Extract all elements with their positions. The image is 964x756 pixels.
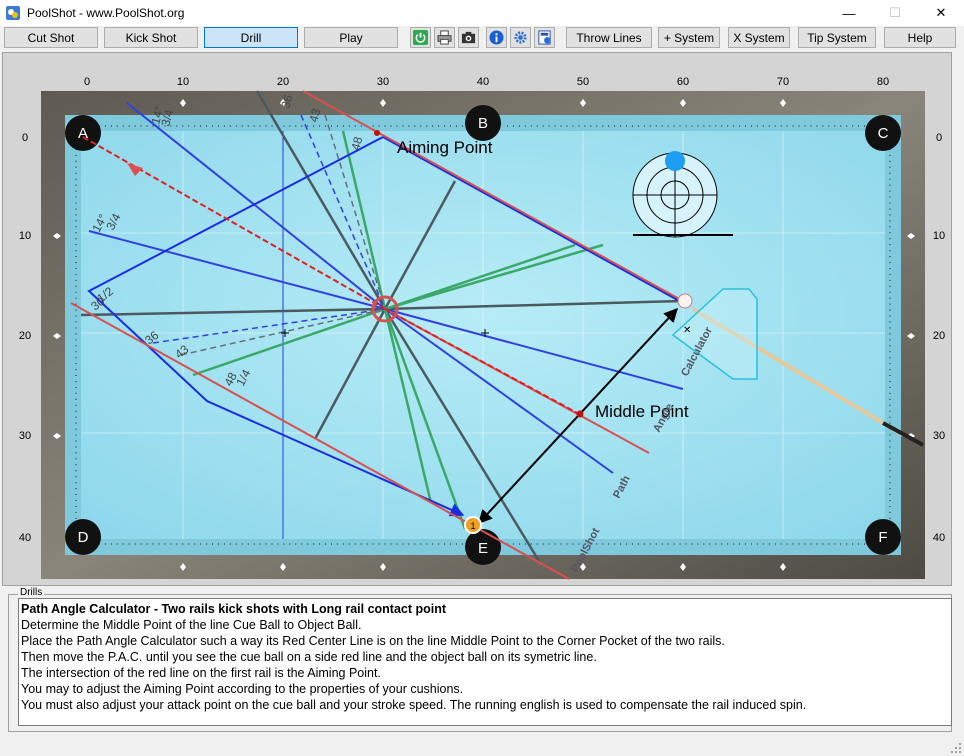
title-bar: PoolShot - www.PoolShot.org — ☐ ✕: [0, 0, 964, 26]
toolbar: Cut Shot Kick Shot Drill Play Throw Line…: [0, 26, 964, 52]
middle-point-dot: [576, 410, 584, 418]
settings-icon[interactable]: [510, 27, 531, 48]
x-tick-70: 70: [777, 76, 789, 88]
drill-line-4: The intersection of the red line on the …: [21, 666, 381, 680]
y-tick-right-20: 20: [933, 330, 945, 342]
drill-button[interactable]: Drill: [204, 27, 298, 48]
table-canvas[interactable]: 0 10 20 30 40 50 60 70 80 0 10 20 30 40 …: [2, 52, 952, 586]
drills-panel: Drills Path Angle Calculator - Two rails…: [8, 587, 954, 734]
drill-line-3: Then move the P.A.C. until you see the c…: [21, 650, 597, 664]
y-tick-left-0: 0: [22, 132, 28, 144]
x-tick-0: 0: [84, 76, 90, 88]
pocket-label-e: E: [478, 540, 488, 557]
throw-lines-button[interactable]: Throw Lines: [566, 27, 652, 48]
print-icon[interactable]: [434, 27, 455, 48]
y-tick-right-30: 30: [933, 430, 945, 442]
close-button[interactable]: ✕: [918, 0, 964, 26]
calculator-icon[interactable]: [534, 27, 555, 48]
x-tick-30: 30: [377, 76, 389, 88]
x-tick-60: 60: [677, 76, 689, 88]
power-icon[interactable]: [410, 27, 431, 48]
drills-text-box[interactable]: Path Angle Calculator - Two rails kick s…: [18, 598, 952, 726]
cue-ball[interactable]: [677, 293, 693, 309]
y-tick-right-0: 0: [936, 132, 942, 144]
y-tick-left-40: 40: [19, 532, 31, 544]
resize-grip-icon[interactable]: [950, 742, 962, 754]
pocket-label-c: C: [878, 125, 889, 142]
x-tick-10: 10: [177, 76, 189, 88]
y-tick-left-20: 20: [19, 330, 31, 342]
aiming-point-label: Aiming Point: [397, 138, 493, 157]
drill-line-5: You may to adjust the Aiming Point accor…: [21, 682, 464, 696]
y-tick-right-10: 10: [933, 230, 945, 242]
x-tick-20: 20: [277, 76, 289, 88]
calculator-center-mark: ✕: [683, 325, 691, 336]
minimize-button[interactable]: —: [826, 0, 872, 26]
x-tick-40: 40: [477, 76, 489, 88]
y-tick-left-10: 10: [19, 230, 31, 242]
y-tick-left-30: 30: [19, 430, 31, 442]
pocket-label-f: F: [878, 529, 887, 546]
pocket-label-d: D: [78, 529, 89, 546]
maximize-button[interactable]: ☐: [872, 0, 918, 26]
drill-line-1: Determine the Middle Point of the line C…: [21, 618, 362, 632]
info-icon[interactable]: [486, 27, 507, 48]
cue-tip-dot[interactable]: [665, 151, 685, 171]
x-tick-50: 50: [577, 76, 589, 88]
camera-icon[interactable]: [458, 27, 479, 48]
help-button[interactable]: Help: [884, 27, 956, 48]
drill-line-2: Place the Path Angle Calculator such a w…: [21, 634, 725, 648]
window-title: PoolShot - www.PoolShot.org: [27, 6, 185, 20]
cut-shot-button[interactable]: Cut Shot: [4, 27, 98, 48]
pool-table-diagram[interactable]: 0 10 20 30 40 50 60 70 80 0 10 20 30 40 …: [3, 53, 951, 585]
middle-point-label: Middle Point: [595, 402, 689, 421]
y-tick-right-40: 40: [933, 532, 945, 544]
drill-title: Path Angle Calculator - Two rails kick s…: [21, 602, 447, 616]
aiming-point-dot: [374, 130, 380, 136]
plus-system-button[interactable]: + System: [658, 27, 720, 48]
x-system-button[interactable]: X System: [728, 27, 790, 48]
drills-legend: Drills: [18, 587, 45, 598]
object-ball-number: 1: [470, 521, 475, 531]
kick-shot-button[interactable]: Kick Shot: [104, 27, 198, 48]
status-bar: [0, 736, 964, 756]
drill-line-6: You must also adjust your attack point o…: [21, 698, 807, 712]
tip-system-button[interactable]: Tip System: [798, 27, 876, 48]
x-tick-80: 80: [877, 76, 889, 88]
play-button[interactable]: Play: [304, 27, 398, 48]
pocket-label-b: B: [478, 115, 488, 132]
app-icon: [6, 6, 20, 20]
